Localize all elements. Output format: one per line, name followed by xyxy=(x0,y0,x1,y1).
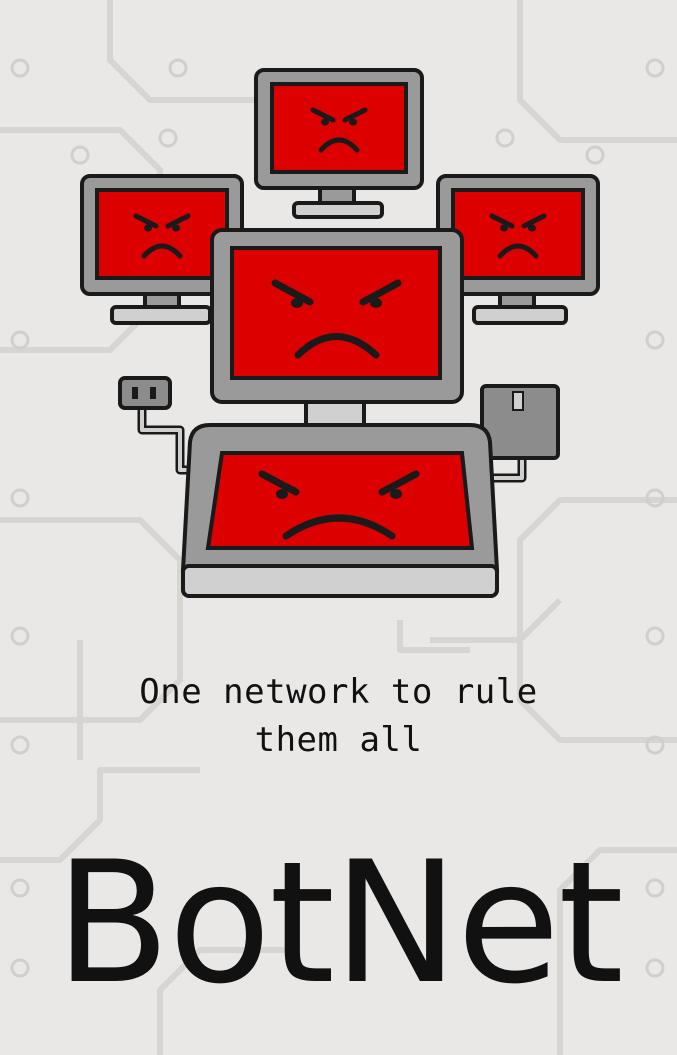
floppy-disk-icon xyxy=(480,384,560,483)
poster-title: BotNet xyxy=(55,825,624,1021)
tagline-line-1: One network to rule xyxy=(139,672,538,712)
botnet-illustration xyxy=(80,68,600,598)
tagline: One network to rule them all xyxy=(0,668,677,764)
angry-laptop-icon xyxy=(180,423,500,598)
tagline-line-2: them all xyxy=(254,720,423,760)
angry-monitor-icon xyxy=(254,68,424,219)
angry-monitor-icon xyxy=(210,228,464,448)
